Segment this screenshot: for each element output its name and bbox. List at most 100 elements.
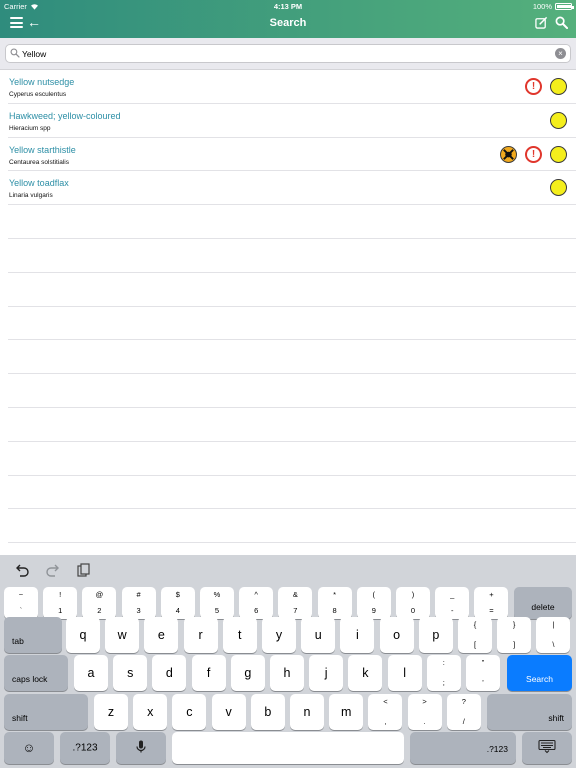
search-key[interactable]: Search — [507, 655, 572, 691]
key-q[interactable]: q — [66, 617, 100, 653]
key-7[interactable]: & 7 — [278, 587, 313, 619]
key-sym[interactable]: ? / — [446, 694, 481, 730]
key-label: d — [165, 666, 173, 680]
key-n[interactable]: n — [290, 694, 324, 730]
key-r[interactable]: r — [183, 617, 218, 653]
key--[interactable]: _ - — [435, 587, 470, 619]
key-label: ’ — [482, 678, 484, 687]
key-u[interactable]: u — [301, 617, 336, 653]
key-shift-label: _ — [450, 590, 455, 599]
key-label: 0 — [410, 606, 416, 615]
key-t[interactable]: t — [222, 617, 257, 653]
numbers-key[interactable]: .?123 — [60, 732, 110, 764]
key-a[interactable]: a — [74, 655, 108, 691]
key-`[interactable]: ~ ` — [4, 587, 38, 619]
search-field[interactable]: × — [5, 44, 571, 63]
empty-row — [8, 374, 576, 408]
item-scientific-name: Linaria vulgaris — [9, 192, 53, 200]
numbers-key-right[interactable]: .?123 — [410, 732, 516, 764]
key-i[interactable]: i — [340, 617, 375, 653]
key-m[interactable]: m — [329, 694, 364, 730]
caps-lock-key[interactable]: caps lock — [4, 655, 68, 691]
tab-key[interactable]: tab — [4, 617, 62, 653]
empty-row — [8, 476, 576, 510]
shift-right-key[interactable]: shift — [487, 694, 572, 730]
item-common-name: Yellow toadflax — [9, 178, 69, 189]
key-label: x — [147, 705, 154, 719]
key-p[interactable]: p — [418, 617, 453, 653]
key-shift-label: ( — [372, 590, 376, 599]
key-5[interactable]: % 5 — [200, 587, 234, 619]
key-shift-label: ! — [59, 590, 62, 599]
key-label: / — [462, 717, 465, 726]
search-icon[interactable] — [555, 16, 568, 29]
space-key[interactable] — [172, 732, 404, 764]
key-2[interactable]: @2 — [82, 587, 117, 619]
key-8[interactable]: * 8 — [317, 587, 352, 619]
list-item[interactable]: Yellow starthistle Centaurea solstitiali… — [8, 138, 576, 172]
paste-icon[interactable] — [75, 563, 91, 577]
list-item[interactable]: Yellow toadflax Linaria vulgaris — [8, 171, 576, 206]
key-o[interactable]: o — [379, 617, 414, 653]
key-label: .?123 — [486, 744, 508, 754]
key-sym[interactable]: ”’ — [466, 655, 500, 691]
key-label: k — [362, 666, 369, 680]
key-sym[interactable]: :; — [426, 655, 461, 691]
key-label: .?123 — [72, 742, 98, 754]
key-l[interactable]: l — [387, 655, 422, 691]
key-shift-label: % — [213, 590, 221, 599]
key-[[interactable]: {[ — [458, 617, 492, 653]
key-e[interactable]: e — [144, 617, 179, 653]
empty-row — [8, 239, 576, 273]
key-\[interactable]: | \ — [536, 617, 571, 653]
key-label: caps lock — [12, 674, 48, 684]
redo-icon[interactable] — [45, 563, 61, 577]
key-9[interactable]: (9 — [356, 587, 391, 619]
key-][interactable]: }] — [497, 617, 532, 653]
shift-left-key[interactable]: shift — [4, 694, 88, 730]
key-k[interactable]: k — [348, 655, 383, 691]
key-sym[interactable]: >. — [407, 694, 442, 730]
item-scientific-name: Hieracium spp — [9, 124, 51, 132]
key-c[interactable]: c — [172, 694, 207, 730]
key-w[interactable]: w — [105, 617, 140, 653]
keyboard-hide-key[interactable] — [522, 732, 572, 764]
key-j[interactable]: j — [309, 655, 344, 691]
key-y[interactable]: y — [262, 617, 296, 653]
list-item[interactable]: Yellow nutsedge Cyperus esculentus ! — [8, 70, 576, 104]
key-label: shift — [548, 713, 564, 723]
key-=[interactable]: + = — [474, 587, 509, 619]
key-d[interactable]: d — [152, 655, 187, 691]
key-shift-label: * — [333, 590, 337, 599]
key-4[interactable]: $4 — [160, 587, 195, 619]
key-f[interactable]: f — [191, 655, 226, 691]
compose-icon[interactable] — [535, 16, 548, 29]
key-6[interactable]: ^ 6 — [239, 587, 274, 619]
search-input[interactable] — [22, 46, 552, 61]
key-label: n — [303, 705, 311, 719]
item-scientific-name: Centaurea solstitialis — [9, 158, 69, 166]
key-b[interactable]: b — [250, 694, 285, 730]
key-shift-label: ? — [461, 697, 466, 706]
key-s[interactable]: s — [113, 655, 148, 691]
undo-icon[interactable] — [14, 563, 30, 577]
alert-icon: ! — [525, 145, 542, 163]
key-h[interactable]: h — [270, 655, 304, 691]
delete-key[interactable]: delete — [514, 587, 572, 619]
microphone-key[interactable] — [116, 732, 166, 764]
emoji-key[interactable]: ☺ — [4, 732, 54, 764]
yellow-dot-icon — [550, 111, 567, 129]
list-item[interactable]: Hawkweed; yellow-coloured Hieracium spp — [8, 104, 576, 138]
key-v[interactable]: v — [211, 694, 246, 730]
key-z[interactable]: z — [94, 694, 128, 730]
results-list: Yellow nutsedge Cyperus esculentus ! Haw… — [0, 70, 576, 555]
key-sym[interactable]: <, — [368, 694, 403, 730]
key-shift-label: } — [512, 620, 516, 629]
key-label: 9 — [371, 606, 376, 615]
key-x[interactable]: x — [133, 694, 168, 730]
key-g[interactable]: g — [230, 655, 265, 691]
key-0[interactable]: ) 0 — [396, 587, 430, 619]
key-1[interactable]: ! 1 — [43, 587, 78, 619]
clear-icon[interactable]: × — [555, 48, 566, 59]
key-3[interactable]: #3 — [121, 587, 156, 619]
